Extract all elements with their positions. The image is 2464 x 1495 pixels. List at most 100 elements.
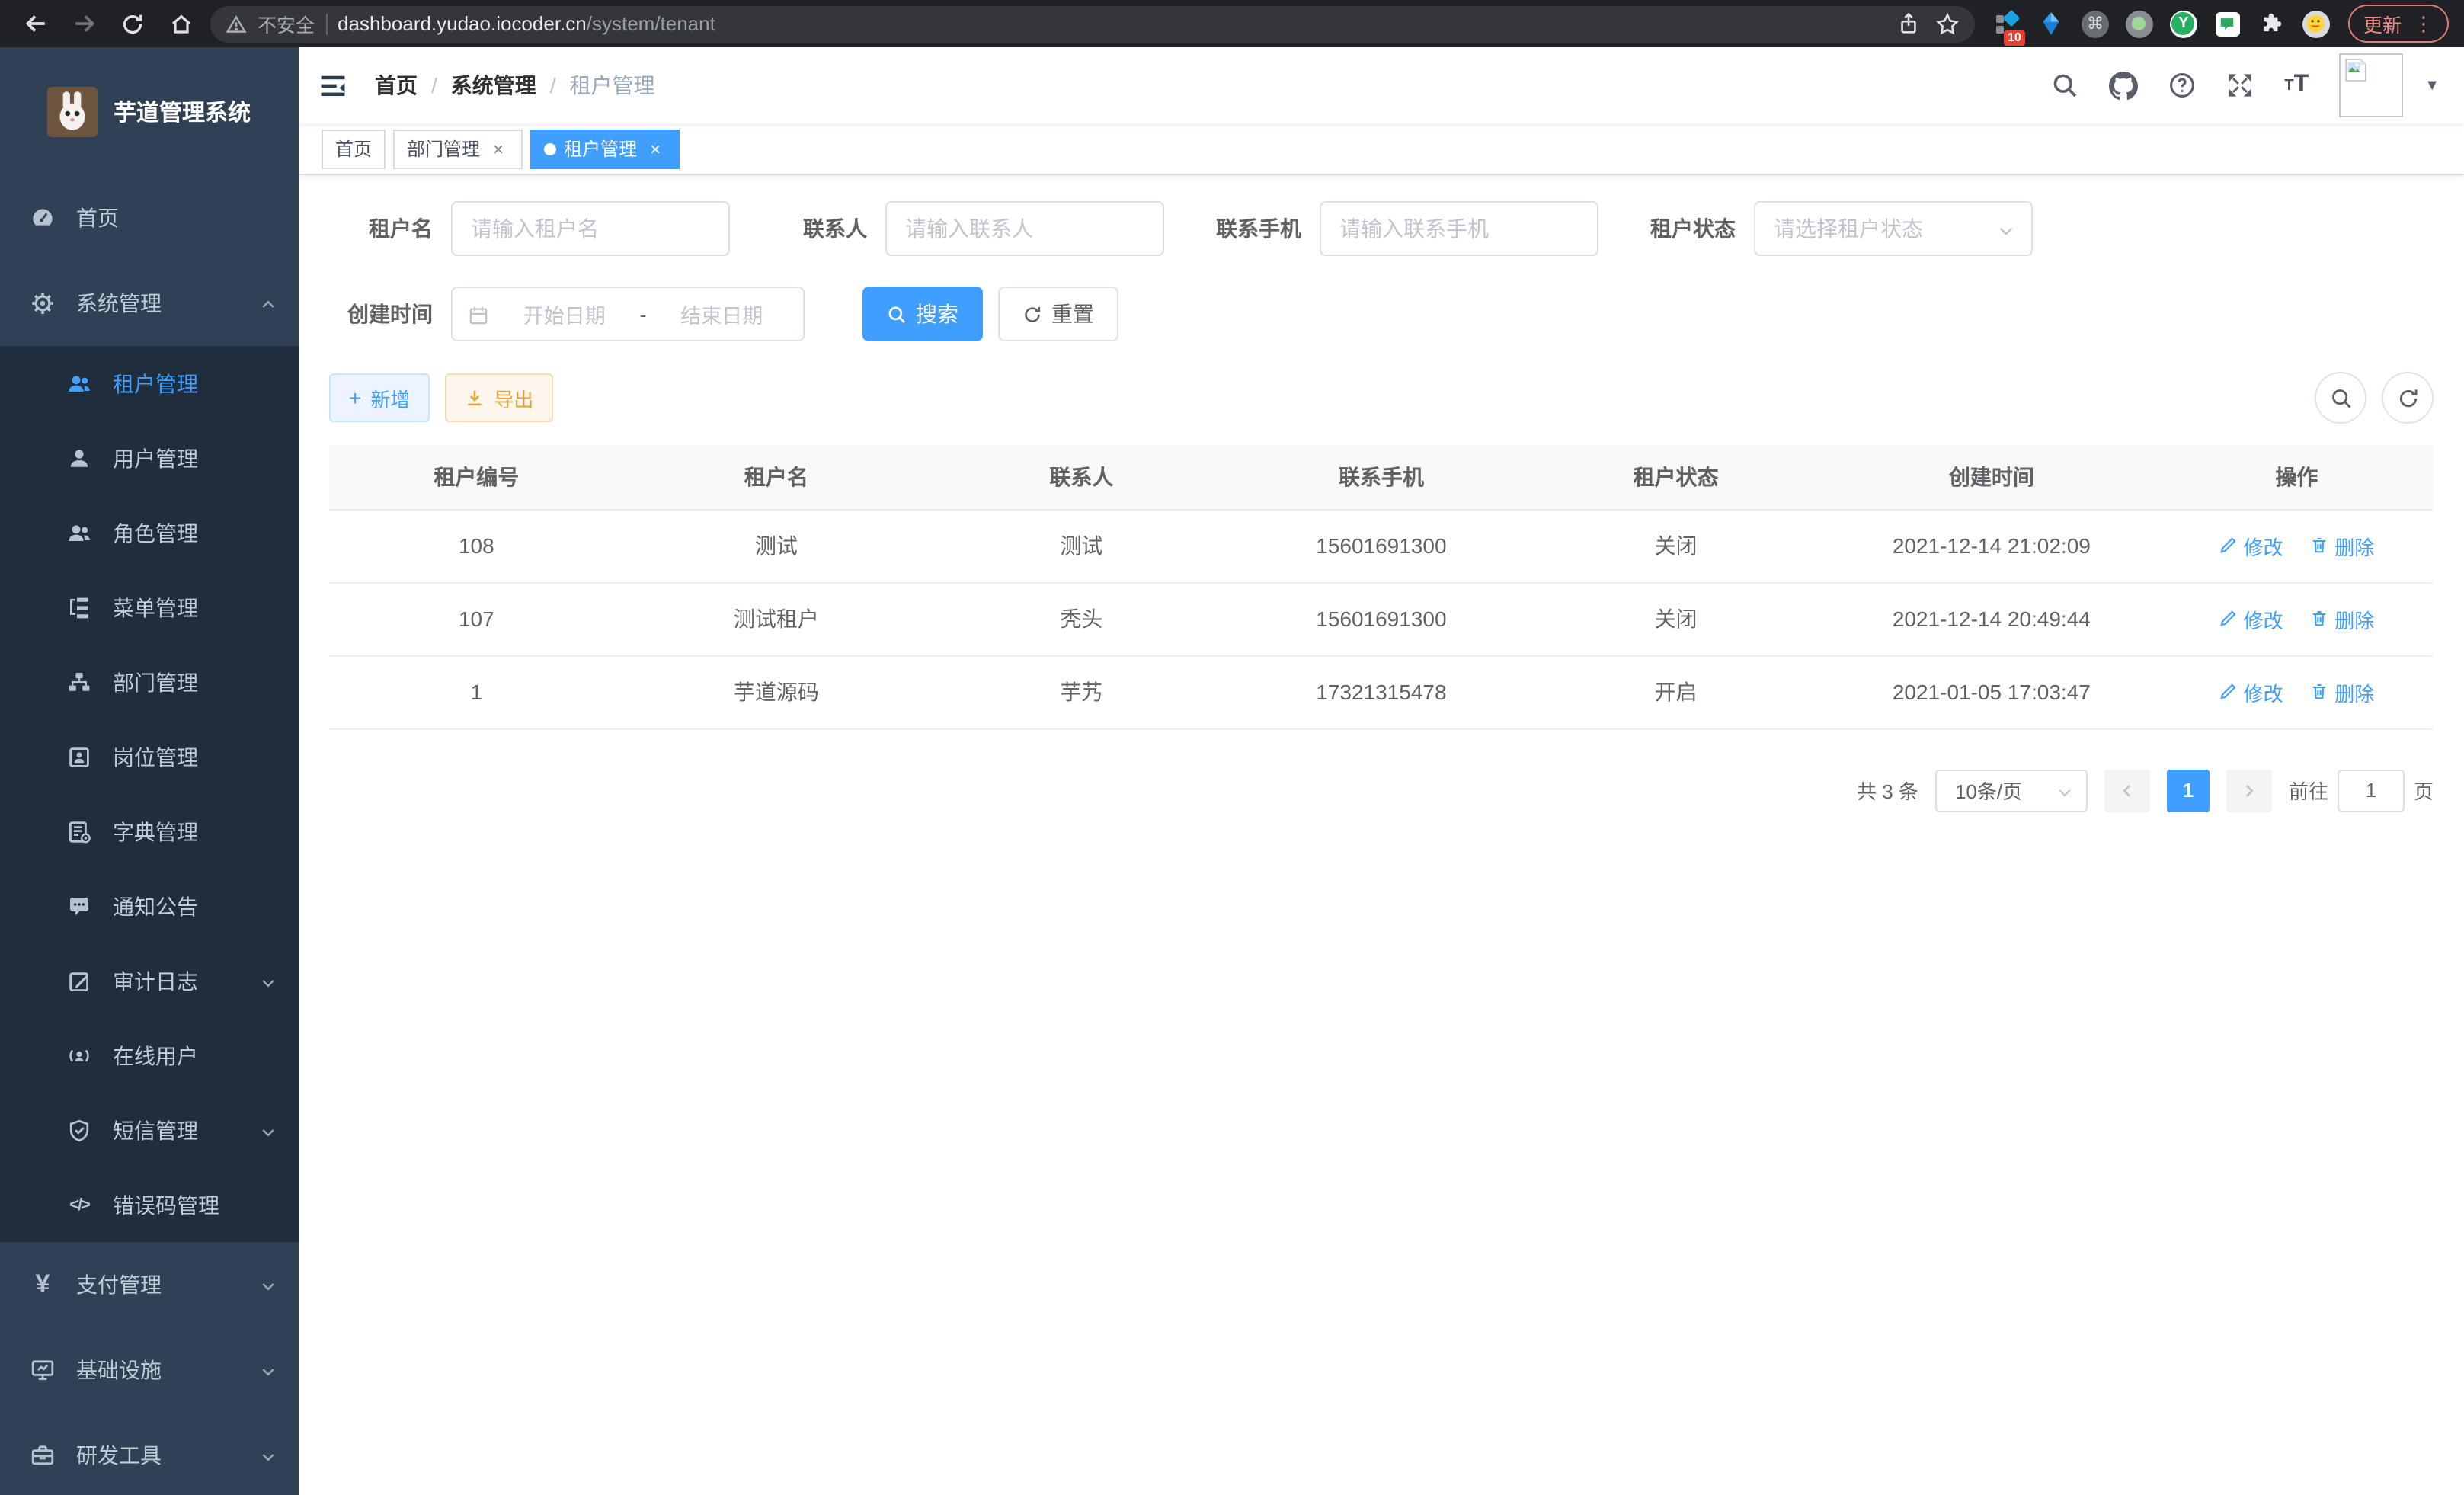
avatar-caret-icon[interactable]: ▼ xyxy=(2424,77,2440,94)
contact-input[interactable] xyxy=(885,201,1164,256)
sidebar-item-pay[interactable]: ¥ 支付管理 xyxy=(0,1242,299,1327)
delete-link[interactable]: 删除 xyxy=(2310,604,2374,633)
cell-id: 107 xyxy=(329,582,624,655)
browser-reload-icon[interactable] xyxy=(113,4,152,43)
sidebar-item-sms[interactable]: 短信管理 xyxy=(0,1093,299,1167)
font-size-icon[interactable]: TT xyxy=(2284,72,2309,99)
start-date-placeholder[interactable]: 开始日期 xyxy=(498,299,631,329)
sidebar-item-devtool[interactable]: 研发工具 xyxy=(0,1413,299,1495)
goto-page-input[interactable] xyxy=(2338,769,2405,812)
extension-tasks-icon[interactable]: 10 xyxy=(1993,10,2021,37)
active-dot xyxy=(544,142,556,155)
cell-status: 开启 xyxy=(1528,655,1823,728)
fullscreen-icon[interactable] xyxy=(2226,72,2254,99)
sidebar-item-audit-log[interactable]: 审计日志 xyxy=(0,943,299,1018)
refresh-table-button[interactable] xyxy=(2382,372,2434,424)
browser-back-icon[interactable] xyxy=(15,4,55,43)
reset-button[interactable]: 重置 xyxy=(998,287,1118,341)
tag-tenant[interactable]: 租户管理× xyxy=(530,129,680,168)
github-icon[interactable] xyxy=(2109,71,2138,100)
help-icon[interactable] xyxy=(2168,72,2196,99)
calendar-icon xyxy=(468,303,489,326)
edit-link[interactable]: 修改 xyxy=(2219,677,2283,706)
bookmark-star-icon[interactable] xyxy=(1935,11,1960,36)
filter-tenant-name: 租户名 xyxy=(329,201,730,256)
sidebar-item-label: 通知公告 xyxy=(113,891,198,921)
sidebar-item-menu[interactable]: 菜单管理 xyxy=(0,570,299,645)
tag-home[interactable]: 首页 xyxy=(322,129,386,168)
sidebar-item-label: 首页 xyxy=(76,203,119,233)
sidebar-item-label: 系统管理 xyxy=(76,288,162,319)
add-button[interactable]: + 新增 xyxy=(329,373,430,422)
edit-link[interactable]: 修改 xyxy=(2219,531,2283,560)
sidebar-item-online-user[interactable]: 在线用户 xyxy=(0,1018,299,1093)
date-range-picker[interactable]: 开始日期 - 结束日期 xyxy=(451,287,805,341)
close-icon[interactable]: × xyxy=(488,138,509,159)
update-label: 更新 xyxy=(2363,9,2402,38)
sidebar: 芋道管理系统 首页 系统管理 租户管理 用户管理 xyxy=(0,47,299,1495)
header-search-icon[interactable] xyxy=(2051,72,2078,99)
trash-icon xyxy=(2310,683,2328,701)
extension-dot-icon[interactable] xyxy=(2126,10,2153,37)
breadcrumb-current: 租户管理 xyxy=(570,70,655,101)
avatar[interactable] xyxy=(2339,53,2403,117)
page-number-1[interactable]: 1 xyxy=(2167,769,2210,812)
browser-toolbar: 不安全 dashboard.yudao.iocoder.cn/system/te… xyxy=(0,0,2464,47)
sidebar-item-post[interactable]: 岗位管理 xyxy=(0,719,299,794)
search-button[interactable]: 搜索 xyxy=(862,287,983,341)
extension-chat-icon[interactable] xyxy=(2214,10,2242,37)
field-label: 租户名 xyxy=(329,213,433,244)
edit-square-icon xyxy=(67,968,91,993)
browser-menu-icon[interactable]: ⋮ xyxy=(2414,11,2434,36)
shield-check-icon xyxy=(67,1118,91,1142)
chevron-right-icon xyxy=(2240,781,2258,799)
sidebar-item-label: 在线用户 xyxy=(113,1040,198,1071)
browser-home-icon[interactable] xyxy=(162,4,201,43)
security-label[interactable]: 不安全 xyxy=(258,9,315,38)
chevron-down-icon xyxy=(259,1273,277,1297)
breadcrumb-home[interactable]: 首页 xyxy=(375,70,418,101)
sidebar-item-infra[interactable]: 基础设施 xyxy=(0,1327,299,1413)
prev-page-button[interactable] xyxy=(2104,769,2150,812)
extension-puzzle-icon[interactable] xyxy=(2258,10,2286,37)
tag-dept[interactable]: 部门管理× xyxy=(393,129,523,168)
sidebar-item-dict[interactable]: 字典管理 xyxy=(0,794,299,869)
end-date-placeholder[interactable]: 结束日期 xyxy=(656,299,789,329)
breadcrumb-system[interactable]: 系统管理 xyxy=(451,70,536,101)
cell-name: 测试租户 xyxy=(624,582,929,655)
export-button[interactable]: 导出 xyxy=(445,373,553,422)
tenant-name-input[interactable] xyxy=(451,201,730,256)
sidebar-logo[interactable]: 芋道管理系统 xyxy=(0,47,299,175)
sidebar-item-notice[interactable]: 通知公告 xyxy=(0,869,299,943)
sidebar-item-error-code[interactable]: </> 错误码管理 xyxy=(0,1167,299,1242)
page-size-select[interactable]: 10条/页 xyxy=(1935,769,2088,812)
chevron-left-icon xyxy=(2118,781,2136,799)
mobile-input[interactable] xyxy=(1320,201,1598,256)
sidebar-item-tenant[interactable]: 租户管理 xyxy=(0,346,299,421)
url-text[interactable]: dashboard.yudao.iocoder.cn/system/tenant xyxy=(338,12,1886,35)
delete-link[interactable]: 删除 xyxy=(2310,531,2374,560)
close-icon[interactable]: × xyxy=(645,138,666,159)
extension-y-icon[interactable]: Y xyxy=(2170,10,2197,37)
extension-kite-icon[interactable] xyxy=(2037,10,2065,37)
plus-icon: + xyxy=(349,386,361,410)
sidebar-item-user[interactable]: 用户管理 xyxy=(0,421,299,495)
status-select[interactable]: 请选择租户状态 xyxy=(1754,201,2033,256)
browser-forward-icon[interactable] xyxy=(64,4,104,43)
edit-link[interactable]: 修改 xyxy=(2219,604,2283,633)
share-icon[interactable] xyxy=(1897,12,1920,35)
sidebar-item-role[interactable]: 角色管理 xyxy=(0,495,299,570)
next-page-button[interactable] xyxy=(2226,769,2272,812)
date-separator: - xyxy=(640,303,647,325)
toggle-search-button[interactable] xyxy=(2315,372,2366,424)
hamburger-icon[interactable] xyxy=(318,71,347,100)
extension-emoji-icon[interactable] xyxy=(2302,10,2330,37)
address-bar[interactable]: 不安全 dashboard.yudao.iocoder.cn/system/te… xyxy=(210,5,1975,42)
delete-link[interactable]: 删除 xyxy=(2310,677,2374,706)
browser-update-button[interactable]: 更新 ⋮ xyxy=(2348,5,2449,43)
sidebar-item-home[interactable]: 首页 xyxy=(0,175,299,261)
sidebar-item-dept[interactable]: 部门管理 xyxy=(0,645,299,719)
cell-actions: 修改 删除 xyxy=(2160,582,2434,655)
sidebar-item-system[interactable]: 系统管理 xyxy=(0,261,299,346)
extension-command-icon[interactable]: ⌘ xyxy=(2082,10,2109,37)
